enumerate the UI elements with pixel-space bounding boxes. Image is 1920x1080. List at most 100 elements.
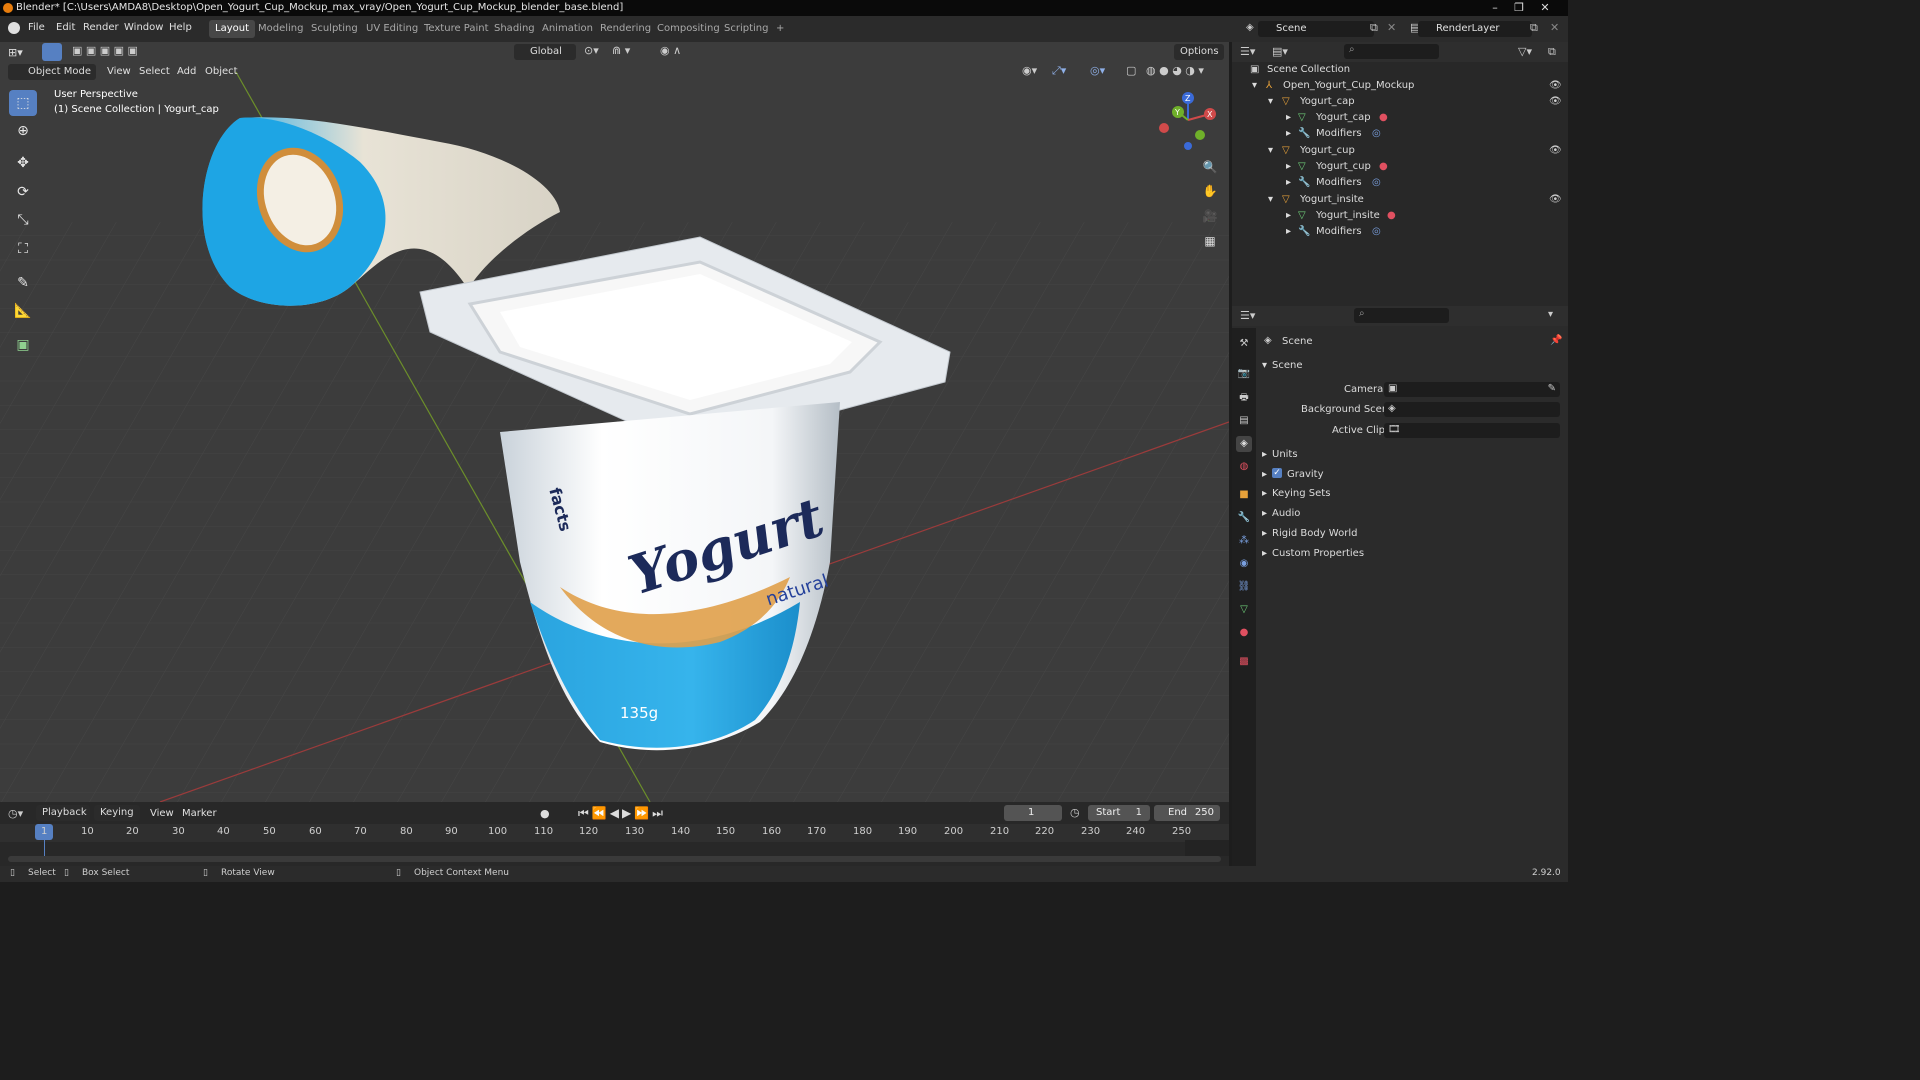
expand-arrow-icon[interactable]: ▸ bbox=[1262, 469, 1267, 480]
physics-tab-icon[interactable]: ◉ bbox=[1236, 556, 1252, 572]
expand-arrow-icon[interactable]: ▾ bbox=[1268, 94, 1273, 110]
ortho-toggle-icon[interactable]: ▦ bbox=[1199, 230, 1221, 252]
shading-modes-icons[interactable]: ◍ ● ◕ ◑ ▾ bbox=[1146, 64, 1204, 77]
viewport-menu-add[interactable]: Add bbox=[177, 66, 196, 77]
cursor-tool[interactable]: ⊕ bbox=[9, 118, 37, 144]
eye-icon[interactable]: 👁 bbox=[1549, 192, 1562, 208]
tab-scripting[interactable]: Scripting bbox=[718, 20, 774, 38]
3d-viewport[interactable]: Yogurt natural 135g facts ⊞▾ ▣ ▣ ▣ ▣ ▣ G… bbox=[0, 42, 1229, 802]
outliner-row-mesh[interactable]: ▸ ▽ Yogurt_insite ● bbox=[1232, 208, 1568, 224]
outliner-row-collection[interactable]: ▾ ⅄ Open_Yogurt_Cup_Mockup 👁 bbox=[1232, 78, 1568, 94]
expand-arrow-icon[interactable]: ▸ bbox=[1286, 208, 1291, 224]
tab-rendering[interactable]: Rendering bbox=[594, 20, 657, 38]
move-tool[interactable]: ✥ bbox=[9, 150, 37, 176]
units-section[interactable]: Units bbox=[1272, 449, 1298, 460]
scene-tab-icon[interactable]: ◈ bbox=[1236, 436, 1252, 452]
constraints-tab-icon[interactable]: ⛓ bbox=[1236, 579, 1252, 595]
end-frame-field[interactable]: End 250 bbox=[1154, 805, 1220, 821]
particles-tab-icon[interactable]: ⁂ bbox=[1236, 533, 1252, 549]
camera-view-icon[interactable]: 🎥 bbox=[1199, 205, 1221, 227]
delete-scene-icon[interactable]: ✕ bbox=[1387, 21, 1396, 34]
outliner-row-object[interactable]: ▾ ▽ Yogurt_cup 👁 bbox=[1232, 143, 1568, 159]
timeline-editor-icon[interactable]: ◷▾ bbox=[8, 807, 23, 820]
texture-tab-icon[interactable]: ▩ bbox=[1236, 654, 1252, 670]
current-frame-field[interactable]: 1 bbox=[1004, 805, 1062, 821]
render-layer-field[interactable]: RenderLayer bbox=[1418, 21, 1532, 37]
new-collection-icon[interactable]: ⧉ bbox=[1548, 45, 1556, 59]
expand-arrow-icon[interactable]: ▸ bbox=[1262, 508, 1267, 519]
rigid-body-world-section[interactable]: Rigid Body World bbox=[1272, 528, 1357, 539]
menu-edit[interactable]: Edit bbox=[56, 22, 75, 33]
navigation-gizmo[interactable]: Z X Y bbox=[1152, 90, 1222, 150]
properties-editor-icon[interactable]: ☰▾ bbox=[1240, 309, 1255, 322]
keying-sets-section[interactable]: Keying Sets bbox=[1272, 488, 1330, 499]
menu-render[interactable]: Render bbox=[83, 22, 119, 33]
viewport-menu-view[interactable]: View bbox=[107, 66, 131, 77]
tab-shading[interactable]: Shading bbox=[488, 20, 541, 38]
rotate-tool[interactable]: ⟳ bbox=[9, 179, 37, 205]
expand-arrow-icon[interactable]: ▸ bbox=[1286, 175, 1291, 191]
timeline-scrollbar[interactable] bbox=[8, 856, 1221, 862]
expand-arrow-icon[interactable]: ▸ bbox=[1262, 528, 1267, 539]
world-tab-icon[interactable]: ◍ bbox=[1236, 459, 1252, 475]
background-scene-field[interactable]: ◈ bbox=[1384, 402, 1560, 417]
menu-help[interactable]: Help bbox=[169, 22, 192, 33]
new-view-layer-icon[interactable]: ⧉ bbox=[1530, 21, 1538, 35]
xray-toggle-icon[interactable]: ▢ bbox=[1126, 64, 1136, 77]
gravity-section[interactable]: Gravity bbox=[1287, 469, 1324, 480]
record-icon[interactable]: ● bbox=[540, 807, 550, 820]
outliner-row-modifiers[interactable]: ▸ 🔧 Modifiers ◎ bbox=[1232, 224, 1568, 240]
snap-icon[interactable]: ⋒ ▾ bbox=[612, 44, 630, 57]
overlay-toggle-icon[interactable]: ◎▾ bbox=[1090, 64, 1105, 77]
tool-tab-icon[interactable]: ⚒ bbox=[1236, 336, 1252, 352]
outliner-row-modifiers[interactable]: ▸ 🔧 Modifiers ◎ bbox=[1232, 175, 1568, 191]
output-tab-icon[interactable]: 🖶 bbox=[1236, 390, 1252, 406]
properties-search-input[interactable]: ⌕ bbox=[1354, 308, 1449, 323]
expand-arrow-icon[interactable]: ▸ bbox=[1286, 224, 1291, 240]
tab-sculpting[interactable]: Sculpting bbox=[305, 20, 364, 38]
tab-compositing[interactable]: Compositing bbox=[651, 20, 726, 38]
select-mode-button[interactable] bbox=[42, 43, 62, 61]
tab-layout[interactable]: Layout bbox=[209, 20, 255, 38]
modifier-tab-icon[interactable]: 🔧 bbox=[1236, 510, 1252, 526]
camera-field[interactable]: ▣ ✎ bbox=[1384, 382, 1560, 397]
playback-controls[interactable]: ⏮⏪◀▶⏩⏭ bbox=[578, 806, 666, 821]
audio-section[interactable]: Audio bbox=[1272, 508, 1300, 519]
add-cube-tool[interactable]: ▣ bbox=[9, 332, 37, 358]
expand-arrow-icon[interactable]: ▸ bbox=[1286, 110, 1291, 126]
outliner-row-object[interactable]: ▾ ▽ Yogurt_insite 👁 bbox=[1232, 192, 1568, 208]
outliner-row-scene-collection[interactable]: ▣ Scene Collection bbox=[1232, 62, 1568, 78]
expand-arrow-icon[interactable]: ▾ bbox=[1268, 143, 1273, 159]
viewport-menu-select[interactable]: Select bbox=[139, 66, 170, 77]
select-box-tool[interactable]: ⬚ bbox=[9, 90, 37, 116]
annotate-tool[interactable]: ✎ bbox=[9, 270, 37, 296]
tab-uv-editing[interactable]: UV Editing bbox=[360, 20, 424, 38]
minimize-button[interactable]: – bbox=[1484, 0, 1506, 16]
blender-menu-icon[interactable] bbox=[8, 22, 20, 34]
outliner-row-modifiers[interactable]: ▸ 🔧 Modifiers ◎ bbox=[1232, 126, 1568, 142]
outliner-search-input[interactable]: ⌕ bbox=[1344, 44, 1439, 59]
eye-icon[interactable]: 👁 bbox=[1549, 78, 1562, 94]
collapse-arrow-icon[interactable]: ▾ bbox=[1262, 360, 1267, 371]
transform-orientation-dropdown[interactable]: Global bbox=[514, 44, 576, 60]
zoom-icon[interactable]: 🔍 bbox=[1199, 156, 1221, 178]
pan-hand-icon[interactable]: ✋ bbox=[1199, 180, 1221, 202]
tab-animation[interactable]: Animation bbox=[536, 20, 599, 38]
scene-field[interactable]: Scene bbox=[1258, 21, 1374, 37]
selection-mode-icons[interactable]: ▣ ▣ ▣ ▣ ▣ bbox=[72, 44, 150, 60]
expand-arrow-icon[interactable]: ▸ bbox=[1262, 449, 1267, 460]
properties-options-icon[interactable]: ▾ bbox=[1548, 309, 1553, 320]
expand-arrow-icon[interactable]: ▸ bbox=[1262, 548, 1267, 559]
scale-tool[interactable]: ⤡ bbox=[9, 207, 37, 233]
outliner-row-mesh[interactable]: ▸ ▽ Yogurt_cup ● bbox=[1232, 159, 1568, 175]
timeline-menu-view[interactable]: View bbox=[150, 808, 174, 819]
active-clip-field[interactable]: 🎞 bbox=[1384, 423, 1560, 438]
material-tab-icon[interactable]: ● bbox=[1236, 625, 1252, 641]
outliner-row-mesh[interactable]: ▸ ▽ Yogurt_cap ● bbox=[1232, 110, 1568, 126]
eye-icon[interactable]: 👁 bbox=[1549, 143, 1562, 159]
render-tab-icon[interactable]: 📷 bbox=[1236, 366, 1252, 382]
visibility-icon[interactable]: ◉▾ bbox=[1022, 64, 1037, 77]
tab-modeling[interactable]: Modeling bbox=[252, 20, 310, 38]
gravity-checkbox[interactable]: ✓ bbox=[1272, 468, 1282, 478]
new-scene-icon[interactable]: ⧉ bbox=[1370, 21, 1378, 35]
